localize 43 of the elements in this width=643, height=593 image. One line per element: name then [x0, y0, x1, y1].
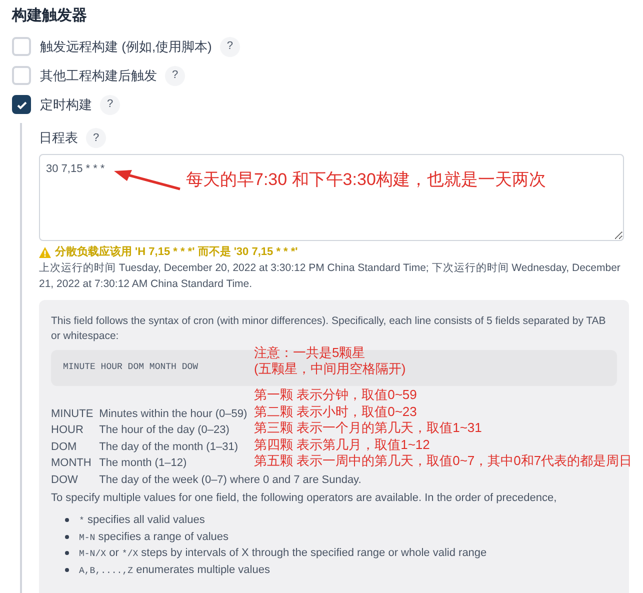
operator-description: * specifies all valid values: [79, 513, 205, 528]
help-text: This field follows the syntax of cron (with minor differences). Specifically, each line consists of 5 fields separated by TAB or whitespace:: [51, 314, 607, 344]
field-name: MINUTE: [51, 407, 94, 422]
field-description: The hour of the day (0–23): [99, 423, 230, 438]
code-text: MINUTE HOUR DOM MONTH DOW: [63, 361, 198, 374]
checkbox[interactable]: [12, 95, 31, 114]
help-button[interactable]: ?: [220, 36, 240, 56]
annotation-note: 第二颗 表示小时，取值0~23: [254, 404, 418, 420]
help-text: To specify multiple values for one field, the following operators are available. In the order of precedence,: [51, 491, 558, 506]
field-name: DOM: [51, 440, 78, 455]
annotation-note: 第一颗 表示分钟，取值0~59: [254, 387, 418, 404]
annotation-note: 第五颗 表示一周中的第几天，取值0~7，其中0和7代表的都是周日: [254, 453, 632, 470]
checkbox-label: 触发远程构建 (例如,使用脚本): [40, 38, 212, 56]
field-description: The day of the week (0–7) where 0 and 7 are Sunday.: [99, 472, 362, 488]
field-name: DOW: [51, 472, 79, 488]
annotation-note: 每天的早7:30 和下午3:30构建，也就是一天两次: [186, 169, 546, 191]
schedule-info: 上次运行的时间 Tuesday, December 20, 2022 at 3:30:12 PM China Standard Time; 下次运行的时间 Wednesday, December 21, 2022 at 7:30:12 AM China Standard Time.: [39, 261, 622, 292]
warning-icon: [39, 246, 51, 258]
bullet-icon: [65, 568, 69, 572]
operator-description: A,B,....,Z enumerates multiple values: [79, 562, 270, 578]
field-description: The day of the month (1–31): [99, 440, 238, 455]
help-button[interactable]: ?: [165, 66, 185, 86]
annotation-note: (五颗星，中间用空格隔开): [254, 361, 407, 377]
field-label: 日程表: [39, 129, 78, 148]
field-description: Minutes within the hour (0–59): [99, 407, 248, 422]
bullet-icon: [65, 551, 69, 556]
checkbox-label: 定时构建: [40, 96, 92, 114]
section-title: 构建触发器: [12, 6, 88, 26]
annotation-note: 注意：一共是5颗星: [254, 345, 366, 361]
bullet-icon: [65, 518, 69, 522]
help-button[interactable]: ?: [86, 128, 106, 148]
operator-description: M-N specifies a range of values: [79, 530, 229, 545]
checkbox-label: 其他工程构建后触发: [40, 66, 157, 85]
annotation-arrow: [112, 168, 182, 191]
bullet-icon: [65, 534, 69, 539]
help-button[interactable]: ?: [100, 94, 120, 114]
field-name: MONTH: [51, 456, 92, 472]
operator-description: M-N/X or */X steps by intervals of X through the specified range or whole valid range: [79, 546, 487, 562]
annotation-note: 第四颗 表示第几月，取值1~12: [254, 436, 431, 454]
annotation-note: 第三颗 表示一个月的第几天，取值1~31: [254, 420, 483, 437]
field-description: The month (1–12): [99, 456, 187, 472]
warning-text: 分散负载应该用 'H 7,15 * * *' 而不是 '30 7,15 * * *': [55, 244, 298, 260]
field-name: HOUR: [51, 423, 84, 438]
